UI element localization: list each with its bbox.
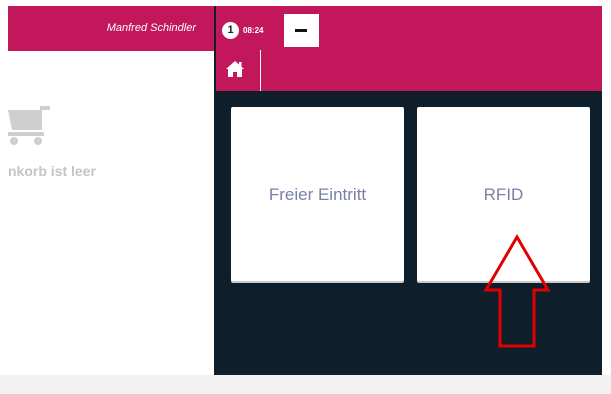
tile-freier-eintritt[interactable]: Freier Eintritt bbox=[231, 107, 404, 281]
cart-empty-label: nkorb ist leer bbox=[8, 163, 96, 179]
home-icon[interactable] bbox=[224, 58, 246, 80]
bottom-bar bbox=[0, 375, 611, 394]
clock-time: 08:24 bbox=[243, 26, 264, 35]
up-arrow-icon bbox=[483, 234, 551, 348]
main-header: 1 08:24 bbox=[216, 6, 602, 91]
nav-separator bbox=[260, 50, 261, 91]
tile-label: Freier Eintritt bbox=[268, 185, 367, 204]
app-window: Manfred Schindler nkorb ist leer 1 08:24… bbox=[8, 6, 602, 381]
minus-icon bbox=[295, 29, 307, 32]
cart-header: Manfred Schindler bbox=[8, 6, 214, 51]
tile-label: RFID bbox=[483, 185, 524, 204]
cart-panel: nkorb ist leer bbox=[8, 51, 214, 381]
user-name: Manfred Schindler bbox=[106, 22, 196, 34]
counter-badge: 1 bbox=[222, 22, 239, 39]
shopping-cart-icon bbox=[8, 106, 50, 145]
minus-button[interactable] bbox=[284, 14, 319, 47]
